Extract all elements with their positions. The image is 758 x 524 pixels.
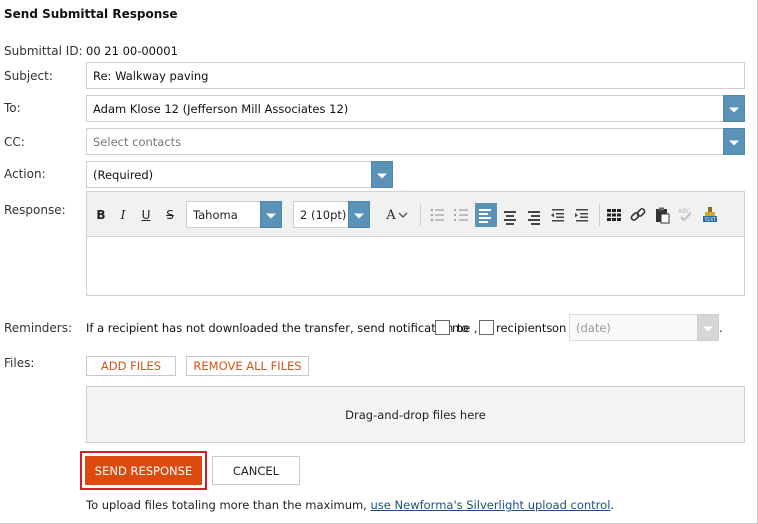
subject-input[interactable]: Re: Walkway paving (86, 62, 745, 89)
upload-note-period: . (610, 498, 615, 512)
chevron-down-icon (354, 213, 364, 218)
cc-dropdown-button[interactable] (723, 128, 745, 155)
response-textarea[interactable] (87, 238, 744, 295)
align-left-icon[interactable] (475, 203, 497, 227)
chevron-down-icon (729, 140, 739, 145)
text-color-icon: A (386, 207, 396, 223)
chevron-down-icon (703, 326, 713, 331)
send-response-button[interactable]: SEND RESPONSE (85, 456, 202, 485)
to-select-value: Adam Klose 12 (Jefferson Mill Associates… (93, 102, 349, 116)
text-color-chevron-icon (398, 212, 408, 218)
font-size-select[interactable]: 2 (10pt) (293, 201, 370, 228)
strikethrough-button[interactable]: S (163, 204, 177, 226)
submittal-id-value: 00 21 00-00001 (86, 44, 178, 58)
file-drop-zone[interactable]: Drag-and-drop files here (86, 386, 745, 443)
reminders-text: If a recipient has not downloaded the tr… (86, 321, 469, 335)
font-family-dropdown-button[interactable] (260, 201, 282, 228)
cc-select[interactable]: Select contacts (86, 128, 745, 155)
drop-zone-text: Drag-and-drop files here (345, 407, 486, 422)
subject-input-value: Re: Walkway paving (93, 69, 209, 83)
files-label: Files: (4, 356, 35, 370)
align-center-icon[interactable] (500, 205, 520, 225)
remind-me-checkbox[interactable] (435, 320, 450, 335)
font-family-value: Tahoma (193, 208, 238, 222)
subject-label: Subject: (4, 69, 53, 83)
action-select[interactable]: (Required) (86, 161, 393, 188)
chevron-down-icon (266, 213, 276, 218)
remind-recipients-checkbox[interactable] (479, 320, 494, 335)
reminder-date-placeholder: (date) (576, 321, 611, 335)
chevron-down-icon (377, 173, 387, 178)
remove-all-files-button[interactable]: REMOVE ALL FILES (186, 356, 309, 376)
spellcheck-icon[interactable]: ABC (676, 205, 696, 225)
to-select[interactable]: Adam Klose 12 (Jefferson Mill Associates… (86, 95, 745, 122)
toolbar-divider (599, 204, 600, 226)
outdent-icon[interactable] (548, 205, 568, 225)
underline-button[interactable]: U (139, 204, 153, 226)
stamp-icon[interactable]: TEXT (700, 205, 720, 225)
submittal-id-label: Submittal ID: (4, 44, 83, 58)
to-dropdown-button[interactable] (723, 95, 745, 122)
align-right-icon[interactable] (524, 205, 544, 225)
dialog-title: Send Submittal Response (4, 7, 178, 21)
table-icon[interactable] (604, 205, 624, 225)
response-editor: B I U S Tahoma 2 (10pt) A ABC TEXT (86, 191, 745, 296)
font-size-value: 2 (10pt) (300, 208, 347, 222)
remind-on-label: on (552, 321, 567, 335)
font-size-dropdown-button[interactable] (348, 201, 370, 228)
indent-icon[interactable] (572, 205, 592, 225)
reminder-date-dropdown-button[interactable] (697, 314, 719, 341)
chevron-down-icon (729, 107, 739, 112)
reminders-label: Reminders: (4, 321, 73, 335)
paste-icon[interactable] (652, 205, 672, 225)
font-family-select[interactable]: Tahoma (186, 201, 282, 228)
italic-button[interactable]: I (116, 204, 130, 226)
upload-note: To upload files totaling more than the m… (86, 498, 614, 512)
svg-text:ABC: ABC (678, 208, 690, 215)
response-label: Response: (4, 203, 66, 217)
cc-label: CC: (4, 135, 25, 149)
svg-text:TEXT: TEXT (704, 217, 717, 223)
to-label: To: (4, 101, 21, 115)
link-icon[interactable] (628, 205, 648, 225)
bulleted-list-icon[interactable] (427, 205, 447, 225)
add-files-button[interactable]: ADD FILES (86, 356, 176, 376)
reminders-period: . (719, 321, 723, 335)
cancel-button[interactable]: CANCEL (212, 456, 300, 485)
remind-recipients-label: recipients (496, 321, 553, 335)
text-color-button[interactable]: A (382, 204, 414, 226)
toolbar-divider (420, 204, 421, 226)
remind-me-label: me , (452, 321, 478, 335)
cc-placeholder: Select contacts (93, 135, 182, 149)
editor-toolbar: B I U S Tahoma 2 (10pt) A ABC TEXT (87, 192, 744, 237)
action-label: Action: (4, 167, 46, 181)
upload-note-text: To upload files totaling more than the m… (86, 498, 367, 512)
bold-button[interactable]: B (93, 204, 109, 226)
numbered-list-icon[interactable] (451, 205, 471, 225)
silverlight-upload-link[interactable]: use Newforma's Silverlight upload contro… (371, 498, 611, 512)
action-dropdown-button[interactable] (371, 161, 393, 188)
reminder-date-select[interactable]: (date) (569, 314, 719, 341)
action-select-value: (Required) (93, 168, 154, 182)
